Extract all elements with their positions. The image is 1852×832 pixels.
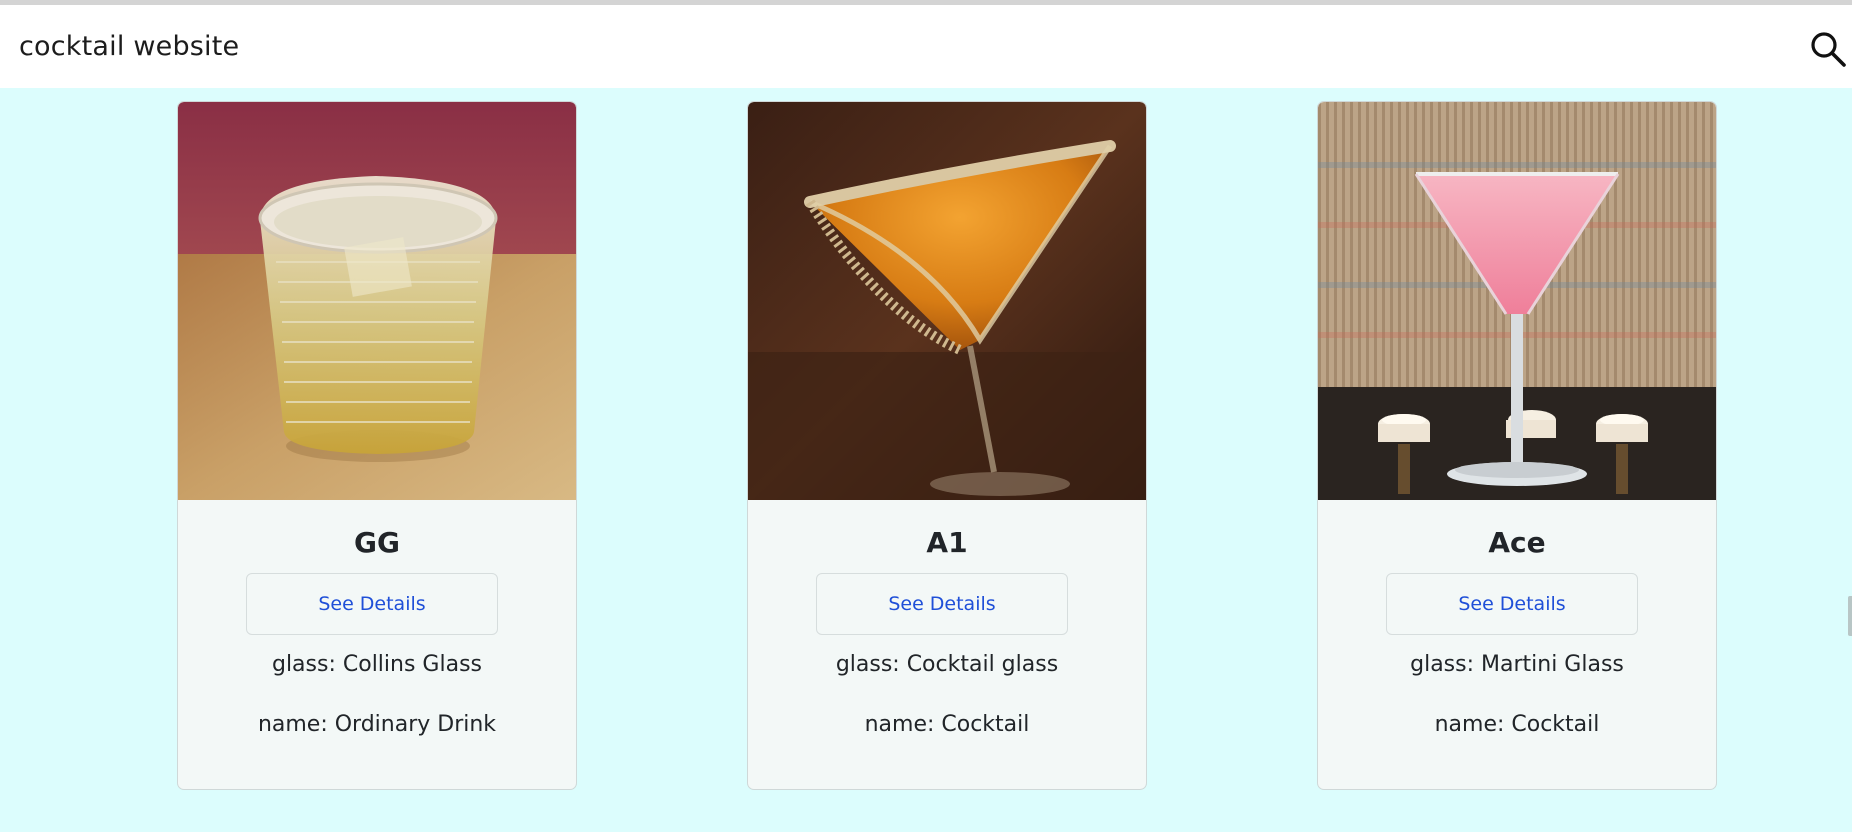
category-text: name: Cocktail (1434, 712, 1600, 737)
cocktail-title: A1 (926, 526, 968, 559)
cocktail-image (748, 102, 1146, 500)
header-bar: cocktail website (0, 5, 1852, 88)
glass-text: glass: Collins Glass (271, 652, 482, 677)
category-text: name: Cocktail (864, 712, 1030, 737)
cocktail-image (1318, 102, 1716, 500)
cocktail-title: Ace (1488, 526, 1546, 559)
see-details-button[interactable]: See Details (1386, 573, 1638, 635)
glass-text: glass: Martini Glass (1410, 652, 1624, 677)
cocktail-grid: GG See Details glass: Collins Glass name… (0, 101, 1852, 791)
cocktail-image (178, 102, 576, 500)
category-text: name: Ordinary Drink (257, 712, 497, 737)
see-details-button[interactable]: See Details (246, 573, 498, 635)
see-details-button[interactable]: See Details (816, 573, 1068, 635)
glass-text: glass: Cocktail glass (835, 652, 1059, 677)
cocktail-title: GG (354, 526, 400, 559)
cocktail-card: GG See Details glass: Collins Glass name… (177, 101, 577, 790)
search-icon[interactable] (1808, 29, 1848, 69)
cocktail-card: Ace See Details glass: Martini Glass nam… (1317, 101, 1717, 790)
site-title: cocktail website (19, 31, 240, 62)
cocktail-card: A1 See Details glass: Cocktail glass nam… (747, 101, 1147, 790)
